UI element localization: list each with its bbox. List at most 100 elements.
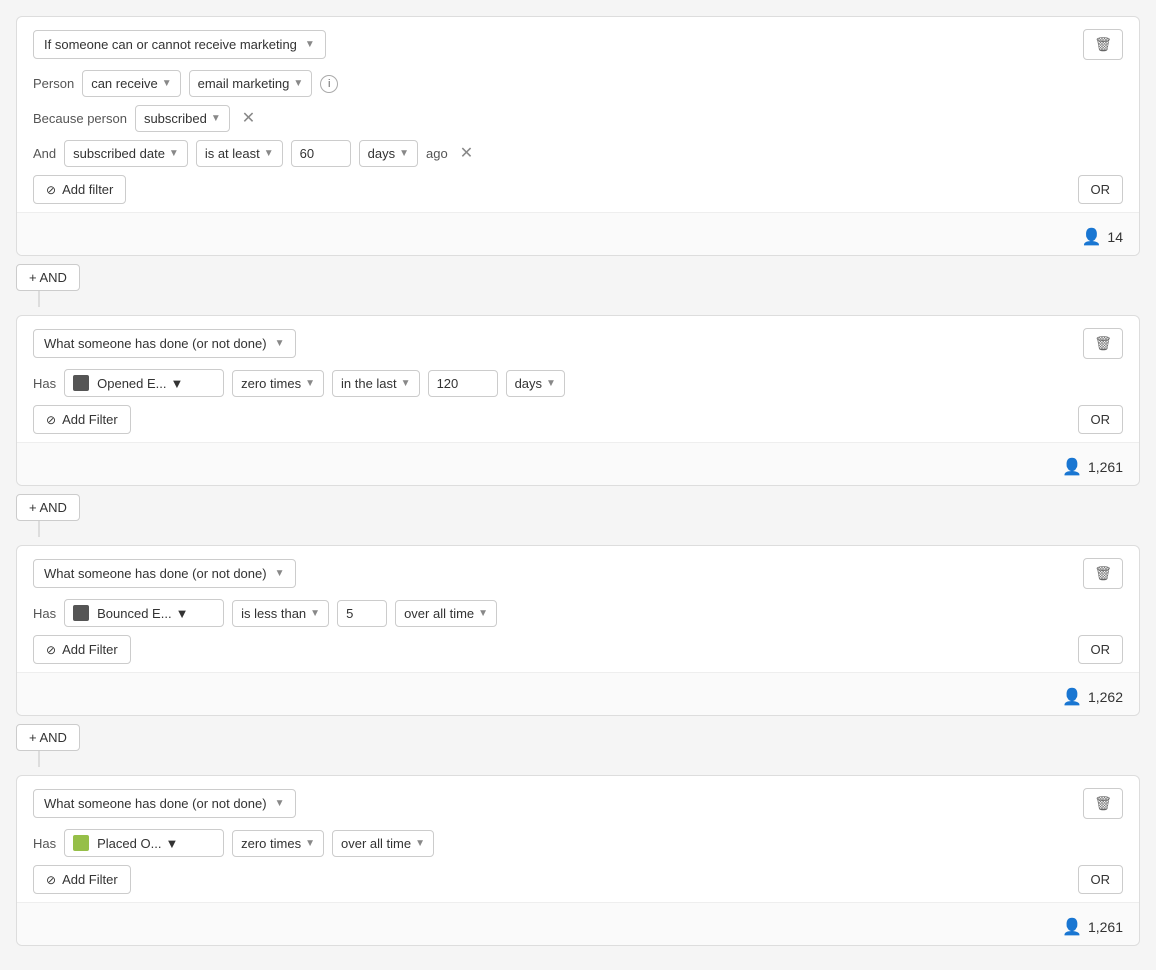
block-3-footer: 👤 1,262	[17, 672, 1139, 715]
event-condition-select-2[interactable]: zero times ▼	[232, 370, 324, 397]
add-filter-button[interactable]: ⊘ Add filter	[33, 175, 126, 204]
block-1-header: If someone can or cannot receive marketi…	[33, 29, 1123, 60]
chevron-down-icon: ▼	[415, 838, 425, 849]
and-button-2[interactable]: + AND	[16, 494, 80, 521]
time-value-input-2[interactable]	[428, 370, 498, 397]
block-3-delete-button[interactable]: 🗑	[1083, 558, 1123, 589]
has-label-3: Has	[33, 606, 56, 621]
shopify-icon-4	[73, 835, 89, 851]
marketing-type-select[interactable]: email marketing ▼	[189, 70, 313, 97]
chevron-down-icon: ▼	[169, 148, 179, 159]
block-2-has-row: Has Opened E... ▼ zero times ▼ in the la…	[33, 369, 1123, 397]
chevron-down-icon: ▼	[275, 568, 285, 579]
chevron-down-icon: ▼	[176, 606, 189, 621]
or-button[interactable]: OR	[1078, 175, 1124, 204]
block-4-count: 👤 1,261	[33, 911, 1123, 937]
email-icon	[73, 375, 89, 391]
condition-block-3: What someone has done (or not done) ▼ 🗑 …	[16, 545, 1140, 716]
chevron-down-icon: ▼	[305, 378, 315, 389]
block-3-type-select[interactable]: What someone has done (or not done) ▼	[33, 559, 296, 588]
condition-block-4: What someone has done (or not done) ▼ 🗑 …	[16, 775, 1140, 946]
and-line-3	[38, 751, 40, 767]
or-button-3[interactable]: OR	[1078, 635, 1124, 664]
chevron-down-icon: ▼	[478, 608, 488, 619]
or-button-2[interactable]: OR	[1078, 405, 1124, 434]
chevron-down-icon: ▼	[275, 338, 285, 349]
add-filter-button-4[interactable]: ⊘ Add Filter	[33, 865, 131, 894]
chevron-down-icon: ▼	[310, 608, 320, 619]
block-4-delete-button[interactable]: 🗑	[1083, 788, 1123, 819]
and-button-1[interactable]: + AND	[16, 264, 80, 291]
block-1-person-row: Person can receive ▼ email marketing ▼ i	[33, 70, 1123, 97]
event-select-3[interactable]: Bounced E... ▼	[64, 599, 224, 627]
add-filter-button-3[interactable]: ⊘ Add Filter	[33, 635, 131, 664]
block-1-type-label: If someone can or cannot receive marketi…	[44, 37, 297, 52]
block-2-type-label: What someone has done (or not done)	[44, 336, 267, 351]
block-3-has-row: Has Bounced E... ▼ is less than ▼ over a…	[33, 599, 1123, 627]
ago-label: ago	[426, 146, 448, 161]
block-2-type-select[interactable]: What someone has done (or not done) ▼	[33, 329, 296, 358]
chevron-down-icon: ▼	[305, 39, 315, 50]
block-1-type-select[interactable]: If someone can or cannot receive marketi…	[33, 30, 326, 59]
chevron-down-icon: ▼	[171, 376, 184, 391]
block-1-because-row: Because person subscribed ▼ ✕	[33, 105, 1123, 132]
info-icon[interactable]: i	[320, 75, 338, 93]
block-1-and-row: And subscribed date ▼ is at least ▼ days…	[33, 140, 1123, 167]
event-select-4[interactable]: Placed O... ▼	[64, 829, 224, 857]
chevron-down-icon: ▼	[546, 378, 556, 389]
block-4-footer: 👤 1,261	[17, 902, 1139, 945]
because-close-button[interactable]: ✕	[238, 109, 259, 129]
and-field-select[interactable]: subscribed date ▼	[64, 140, 188, 167]
person-label: Person	[33, 76, 74, 91]
event-condition-select-4[interactable]: zero times ▼	[232, 830, 324, 857]
and-line-2	[38, 521, 40, 537]
condition-block-2: What someone has done (or not done) ▼ 🗑 …	[16, 315, 1140, 486]
or-button-4[interactable]: OR	[1078, 865, 1124, 894]
and-operator-select[interactable]: is at least ▼	[196, 140, 283, 167]
chevron-down-icon: ▼	[401, 378, 411, 389]
and-value-input[interactable]	[291, 140, 351, 167]
time-unit-select-2[interactable]: days ▼	[506, 370, 565, 397]
block-2-footer: 👤 1,261	[17, 442, 1139, 485]
block-1-count: 👤 14	[33, 221, 1123, 247]
and-line-1	[38, 291, 40, 307]
person-count-icon-4: 👤	[1062, 917, 1082, 937]
and-unit-select[interactable]: days ▼	[359, 140, 418, 167]
add-filter-button-2[interactable]: ⊘ Add Filter	[33, 405, 131, 434]
block-4-type-select[interactable]: What someone has done (or not done) ▼	[33, 789, 296, 818]
block-4-type-label: What someone has done (or not done)	[44, 796, 267, 811]
filter-icon: ⊘	[46, 643, 56, 657]
and-button-3[interactable]: + AND	[16, 724, 80, 751]
block-1-delete-button[interactable]: 🗑	[1083, 29, 1123, 60]
person-count-icon-3: 👤	[1062, 687, 1082, 707]
person-count-icon-2: 👤	[1062, 457, 1082, 477]
chevron-down-icon: ▼	[165, 836, 178, 851]
and-close-button[interactable]: ✕	[456, 144, 477, 164]
chevron-down-icon: ▼	[305, 838, 315, 849]
block-3-type-label: What someone has done (or not done)	[44, 566, 267, 581]
time-value-input-3[interactable]	[337, 600, 387, 627]
filter-icon: ⊘	[46, 873, 56, 887]
block-4-has-row: Has Placed O... ▼ zero times ▼ over all …	[33, 829, 1123, 857]
person-condition-select[interactable]: can receive ▼	[82, 70, 180, 97]
chevron-down-icon: ▼	[162, 78, 172, 89]
chevron-down-icon: ▼	[275, 798, 285, 809]
event-condition-select-3[interactable]: is less than ▼	[232, 600, 329, 627]
block-2-bottom-row: ⊘ Add Filter OR	[33, 405, 1123, 434]
block-3-bottom-row: ⊘ Add Filter OR	[33, 635, 1123, 664]
block-1-bottom-row: ⊘ Add filter OR	[33, 175, 1123, 204]
block-1-footer: 👤 14	[17, 212, 1139, 255]
and-connector-3: + AND	[16, 724, 1140, 767]
time-operator-select-4[interactable]: over all time ▼	[332, 830, 434, 857]
condition-block-1: If someone can or cannot receive marketi…	[16, 16, 1140, 256]
time-operator-select-3[interactable]: over all time ▼	[395, 600, 497, 627]
event-select-2[interactable]: Opened E... ▼	[64, 369, 224, 397]
because-condition-select[interactable]: subscribed ▼	[135, 105, 230, 132]
time-operator-select-2[interactable]: in the last ▼	[332, 370, 420, 397]
person-count-icon: 👤	[1082, 227, 1102, 247]
because-label: Because person	[33, 111, 127, 126]
block-2-count: 👤 1,261	[33, 451, 1123, 477]
chevron-down-icon: ▼	[293, 78, 303, 89]
block-2-delete-button[interactable]: 🗑	[1083, 328, 1123, 359]
block-2-header: What someone has done (or not done) ▼ 🗑	[33, 328, 1123, 359]
